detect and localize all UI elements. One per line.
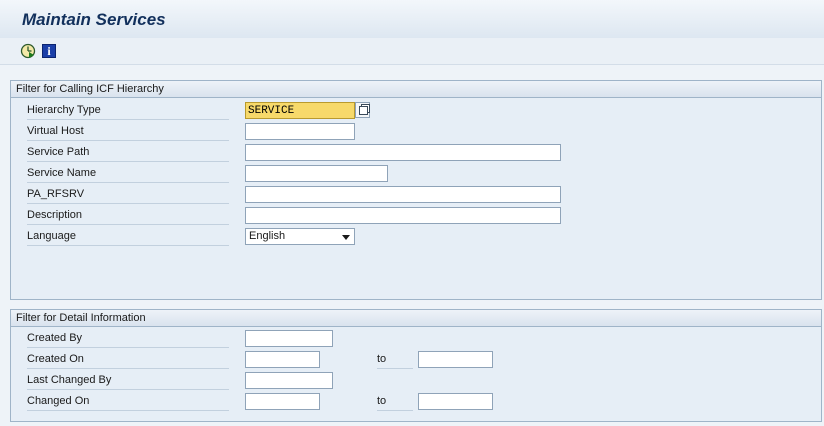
virtual-host-input[interactable] <box>245 123 355 140</box>
row-pa-rfsrv: PA_RFSRV <box>11 185 821 205</box>
row-last-changed-by: Last Changed By <box>11 371 821 391</box>
row-created-on: Created On to <box>11 350 821 370</box>
created-on-to-label: to <box>377 351 413 369</box>
language-label: Language <box>27 228 229 246</box>
service-path-input[interactable] <box>245 144 561 161</box>
page-title: Maintain Services <box>22 10 166 29</box>
service-path-label: Service Path <box>27 144 229 162</box>
created-on-to-input[interactable] <box>418 351 493 368</box>
service-name-label: Service Name <box>27 165 229 183</box>
info-icon: i <box>42 44 56 58</box>
hierarchy-type-label: Hierarchy Type <box>27 102 229 120</box>
language-select[interactable]: English <box>245 228 355 245</box>
chevron-down-icon <box>342 235 350 240</box>
description-input[interactable] <box>245 207 561 224</box>
changed-on-label: Changed On <box>27 393 229 411</box>
row-changed-on: Changed On to <box>11 392 821 412</box>
changed-on-to-input[interactable] <box>418 393 493 410</box>
group-title: Filter for Detail Information <box>11 310 821 327</box>
created-on-from-input[interactable] <box>245 351 320 368</box>
created-on-label: Created On <box>27 351 229 369</box>
pa-rfsrv-label: PA_RFSRV <box>27 186 229 204</box>
row-service-path: Service Path <box>11 143 821 163</box>
row-hierarchy-type: Hierarchy Type <box>11 101 821 121</box>
language-selected-value: English <box>249 230 286 242</box>
row-service-name: Service Name <box>11 164 821 184</box>
hierarchy-type-input[interactable] <box>245 102 355 119</box>
info-button[interactable]: i <box>41 43 57 59</box>
description-label: Description <box>27 207 229 225</box>
pa-rfsrv-input[interactable] <box>245 186 561 203</box>
group-icf-hierarchy-filter: Filter for Calling ICF Hierarchy Hierarc… <box>10 80 822 300</box>
changed-on-from-input[interactable] <box>245 393 320 410</box>
last-changed-by-input[interactable] <box>245 372 333 389</box>
created-by-label: Created By <box>27 330 229 348</box>
service-name-input[interactable] <box>245 165 388 182</box>
execute-clock-icon <box>20 43 36 59</box>
value-help-button[interactable] <box>355 102 370 118</box>
group-detail-information-filter: Filter for Detail Information Created By… <box>10 309 822 422</box>
application-toolbar: i <box>0 38 824 65</box>
changed-on-to-label: to <box>377 393 413 411</box>
title-bar: Maintain Services <box>0 0 824 39</box>
group-title: Filter for Calling ICF Hierarchy <box>11 81 821 98</box>
execute-button[interactable] <box>20 43 36 59</box>
row-language: Language English <box>11 227 821 247</box>
row-virtual-host: Virtual Host <box>11 122 821 142</box>
last-changed-by-label: Last Changed By <box>27 372 229 390</box>
row-created-by: Created By <box>11 329 821 349</box>
virtual-host-label: Virtual Host <box>27 123 229 141</box>
created-by-input[interactable] <box>245 330 333 347</box>
row-description: Description <box>11 206 821 226</box>
